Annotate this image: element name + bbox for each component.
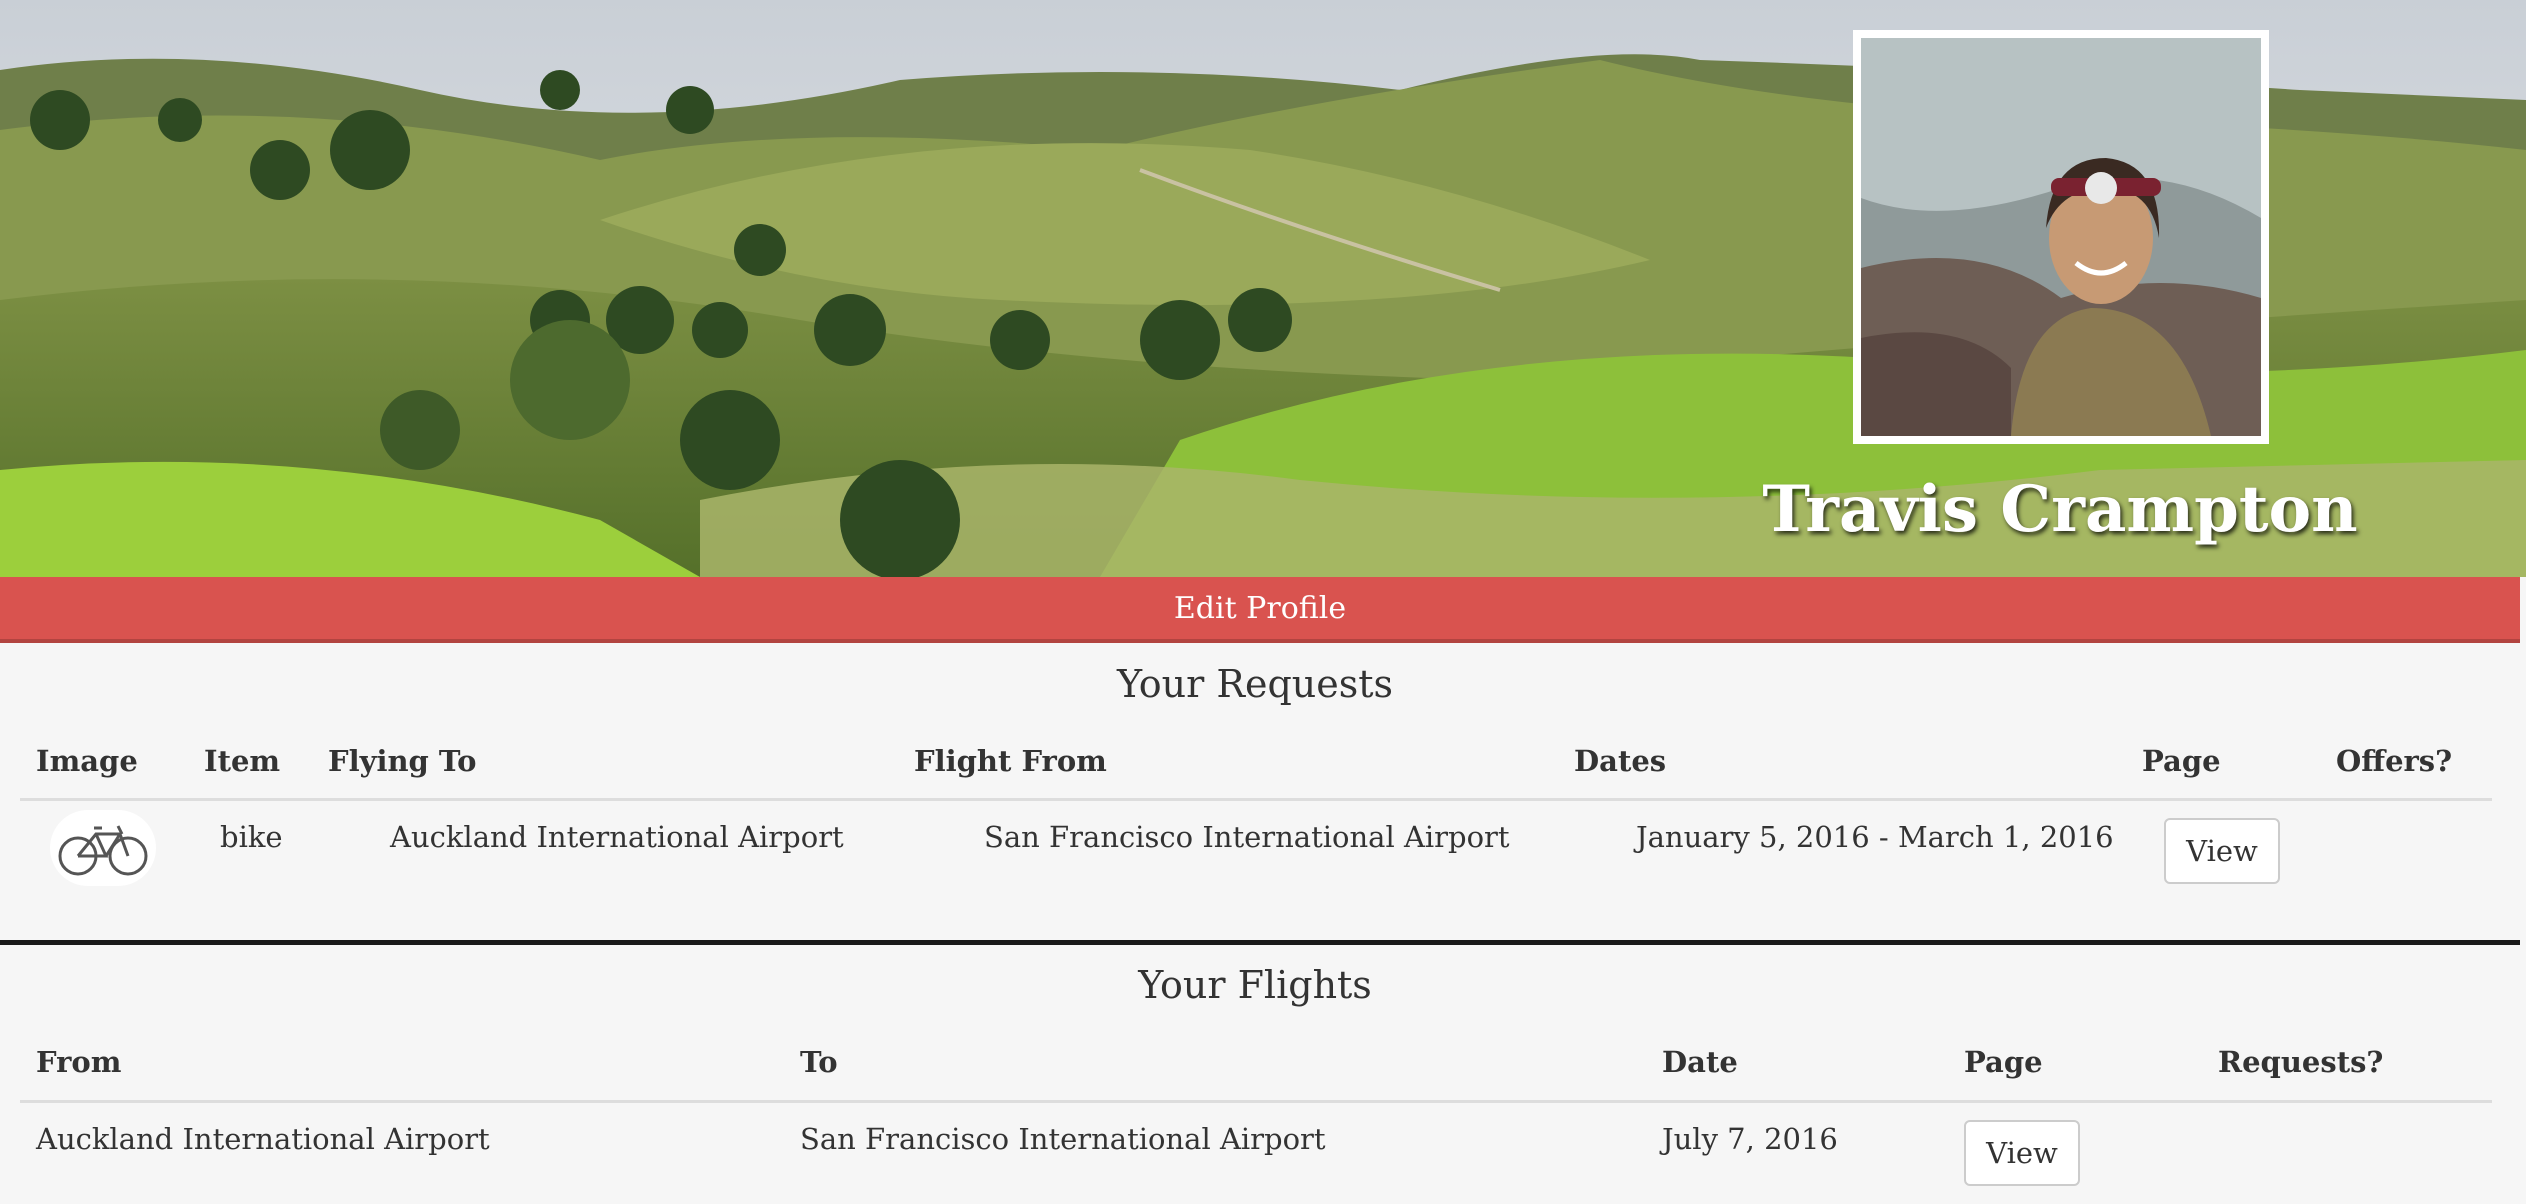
col-offers: Offers? <box>2336 744 2453 778</box>
col-date: Date <box>1662 1045 1738 1079</box>
col-image: Image <box>36 744 138 778</box>
col-from: From <box>36 1045 122 1079</box>
col-page: Page <box>2142 744 2221 778</box>
col-flight-page: Page <box>1964 1045 2043 1079</box>
request-item: bike <box>220 820 283 854</box>
flight-view-button[interactable]: View <box>1964 1120 2080 1186</box>
flight-to: San Francisco International Airport <box>800 1122 1326 1156</box>
profile-hero: Travis Crampton <box>0 0 2526 577</box>
col-dates: Dates <box>1574 744 1667 778</box>
table-header-divider <box>20 798 2492 801</box>
request-view-button[interactable]: View <box>2164 818 2280 884</box>
col-flying-to: Flying To <box>328 744 477 778</box>
flight-from: Auckland International Airport <box>36 1122 490 1156</box>
avatar-photo <box>1861 38 2261 436</box>
flights-header-divider <box>20 1100 2492 1103</box>
requests-title: Your Requests <box>1116 662 1394 706</box>
request-dates: January 5, 2016 - March 1, 2016 <box>1636 820 2114 854</box>
flight-date: July 7, 2016 <box>1662 1122 1838 1156</box>
col-requests: Requests? <box>2218 1045 2384 1079</box>
col-item: Item <box>204 744 281 778</box>
col-flight-from: Flight From <box>914 744 1107 778</box>
edit-profile-button[interactable]: Edit Profile <box>0 577 2520 643</box>
section-divider <box>0 940 2520 945</box>
profile-name: Travis Crampton <box>1762 472 2358 547</box>
avatar <box>1853 30 2269 444</box>
col-to: To <box>800 1045 838 1079</box>
request-flying-to: Auckland International Airport <box>390 820 844 854</box>
flights-title: Your Flights <box>1138 963 1372 1007</box>
bicycle-icon <box>50 810 156 886</box>
request-flight-from: San Francisco International Airport <box>984 820 1510 854</box>
